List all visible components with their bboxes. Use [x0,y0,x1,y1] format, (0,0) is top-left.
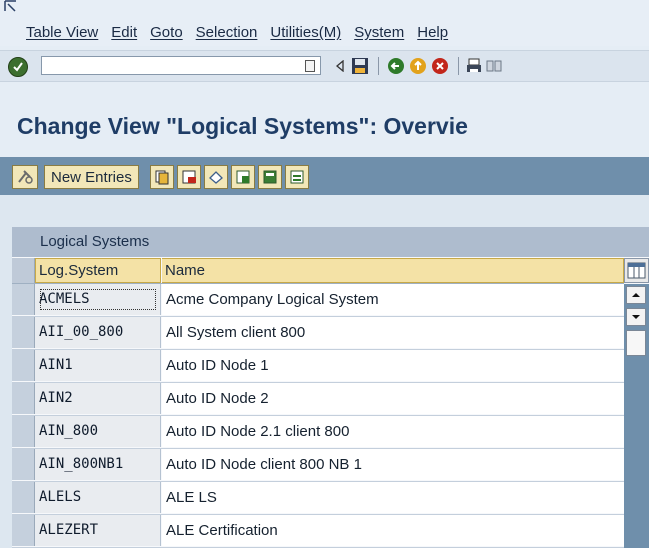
copy-as-icon [155,170,169,185]
save-icon[interactable] [351,57,369,75]
display-change-button[interactable] [12,165,38,189]
select-all-rows-cell[interactable] [12,258,35,283]
enter-button[interactable] [8,57,28,77]
page-title: Change View "Logical Systems": Overvie [17,113,468,139]
table-row: ALEZERT ALE Certification [12,515,624,548]
table-title: Logical Systems [40,233,150,250]
content-area: Logical Systems Log.System Name ACMELS Ac… [0,195,649,548]
menu-selection[interactable]: Selection [196,24,258,41]
cell-log-system[interactable]: AIN1 [35,350,161,381]
deselect-all-button[interactable] [285,165,309,189]
title-bar: Change View "Logical Systems": Overvie [0,108,649,146]
undo-change-icon [209,171,223,184]
row-selector[interactable] [12,449,35,480]
cell-name[interactable]: ALE LS [162,482,624,513]
row-selector[interactable] [12,350,35,381]
column-header-log-system[interactable]: Log.System [35,258,161,283]
exit-icon[interactable] [409,57,427,75]
scroll-thumb[interactable] [626,330,646,356]
cell-name[interactable]: Auto ID Node 1 [162,350,624,381]
toolbar-separator [458,57,459,75]
deselect-all-icon [290,170,304,184]
menu-table-view[interactable]: Table View [26,24,98,41]
row-selector[interactable] [12,515,35,546]
table-title-bar: Logical Systems [12,227,649,257]
command-history-icon[interactable] [305,60,315,72]
cancel-icon[interactable] [431,57,449,75]
back-icon[interactable] [387,57,405,75]
cell-log-system[interactable]: AIN2 [35,383,161,414]
print-icon[interactable] [465,57,483,75]
cell-name[interactable]: Auto ID Node client 800 NB 1 [162,449,624,480]
find-icon[interactable] [485,57,503,75]
command-field[interactable] [41,56,321,75]
menu-items: Table View Edit Goto Selection Utilities… [26,24,461,41]
menu-edit[interactable]: Edit [111,24,137,41]
down-arrow-icon [632,315,640,319]
new-entries-button[interactable]: New Entries [44,165,139,189]
delete-icon [182,170,196,184]
menu-help[interactable]: Help [417,24,448,41]
cell-log-system[interactable]: ALELS [35,482,161,513]
column-header-name[interactable]: Name [162,258,624,283]
up-arrow-icon [632,293,640,297]
menu-utilities[interactable]: Utilities(M) [270,24,341,41]
cell-name[interactable]: ALE Certification [162,515,624,546]
table-header-row: Log.System Name [12,258,624,284]
toolbar-separator [378,57,379,75]
cell-log-system[interactable]: ACMELS [35,284,161,315]
display-change-icon [18,170,33,184]
copy-as-button[interactable] [150,165,174,189]
table-row: AIN1 Auto ID Node 1 [12,350,624,383]
select-block-button[interactable] [258,165,282,189]
scroll-down-button[interactable] [626,308,646,326]
table-settings-icon [627,262,646,279]
back-arrow-icon[interactable] [331,57,349,75]
menu-bar: Table View Edit Goto Selection Utilities… [0,0,649,46]
cell-log-system[interactable]: AIN_800 [35,416,161,447]
row-selector[interactable] [12,383,35,414]
table-row: AIN_800NB1 Auto ID Node client 800 NB 1 [12,449,624,482]
table-row: AIN2 Auto ID Node 2 [12,383,624,416]
select-all-icon [236,170,250,184]
menu-goto[interactable]: Goto [150,24,183,41]
table-grid: Log.System Name ACMELS Acme Company Logic… [12,258,624,548]
undo-change-button[interactable] [204,165,228,189]
delete-button[interactable] [177,165,201,189]
system-menu-icon[interactable] [4,0,18,12]
cell-name[interactable]: Auto ID Node 2 [162,383,624,414]
select-all-button[interactable] [231,165,255,189]
application-toolbar: New Entries [0,157,649,195]
enter-icon [13,62,23,72]
standard-toolbar [0,50,649,82]
cell-log-system[interactable]: AII_00_800 [35,317,161,348]
vertical-scrollbar[interactable] [624,284,649,548]
column-config-button[interactable] [624,258,649,283]
table-row: AIN_800 Auto ID Node 2.1 client 800 [12,416,624,449]
menu-system[interactable]: System [354,24,404,41]
cell-name[interactable]: All System client 800 [162,317,624,348]
row-selector[interactable] [12,317,35,348]
table-row: ALELS ALE LS [12,482,624,515]
row-selector[interactable] [12,416,35,447]
cell-log-system[interactable]: AIN_800NB1 [35,449,161,480]
table-row: ACMELS Acme Company Logical System [12,284,624,317]
cell-name[interactable]: Auto ID Node 2.1 client 800 [162,416,624,447]
scroll-up-button[interactable] [626,286,646,304]
row-selector[interactable] [12,284,35,315]
table-row: AII_00_800 All System client 800 [12,317,624,350]
select-block-icon [263,170,277,184]
row-selector[interactable] [12,482,35,513]
cell-log-system[interactable]: ALEZERT [35,515,161,546]
cell-name[interactable]: Acme Company Logical System [162,284,624,315]
